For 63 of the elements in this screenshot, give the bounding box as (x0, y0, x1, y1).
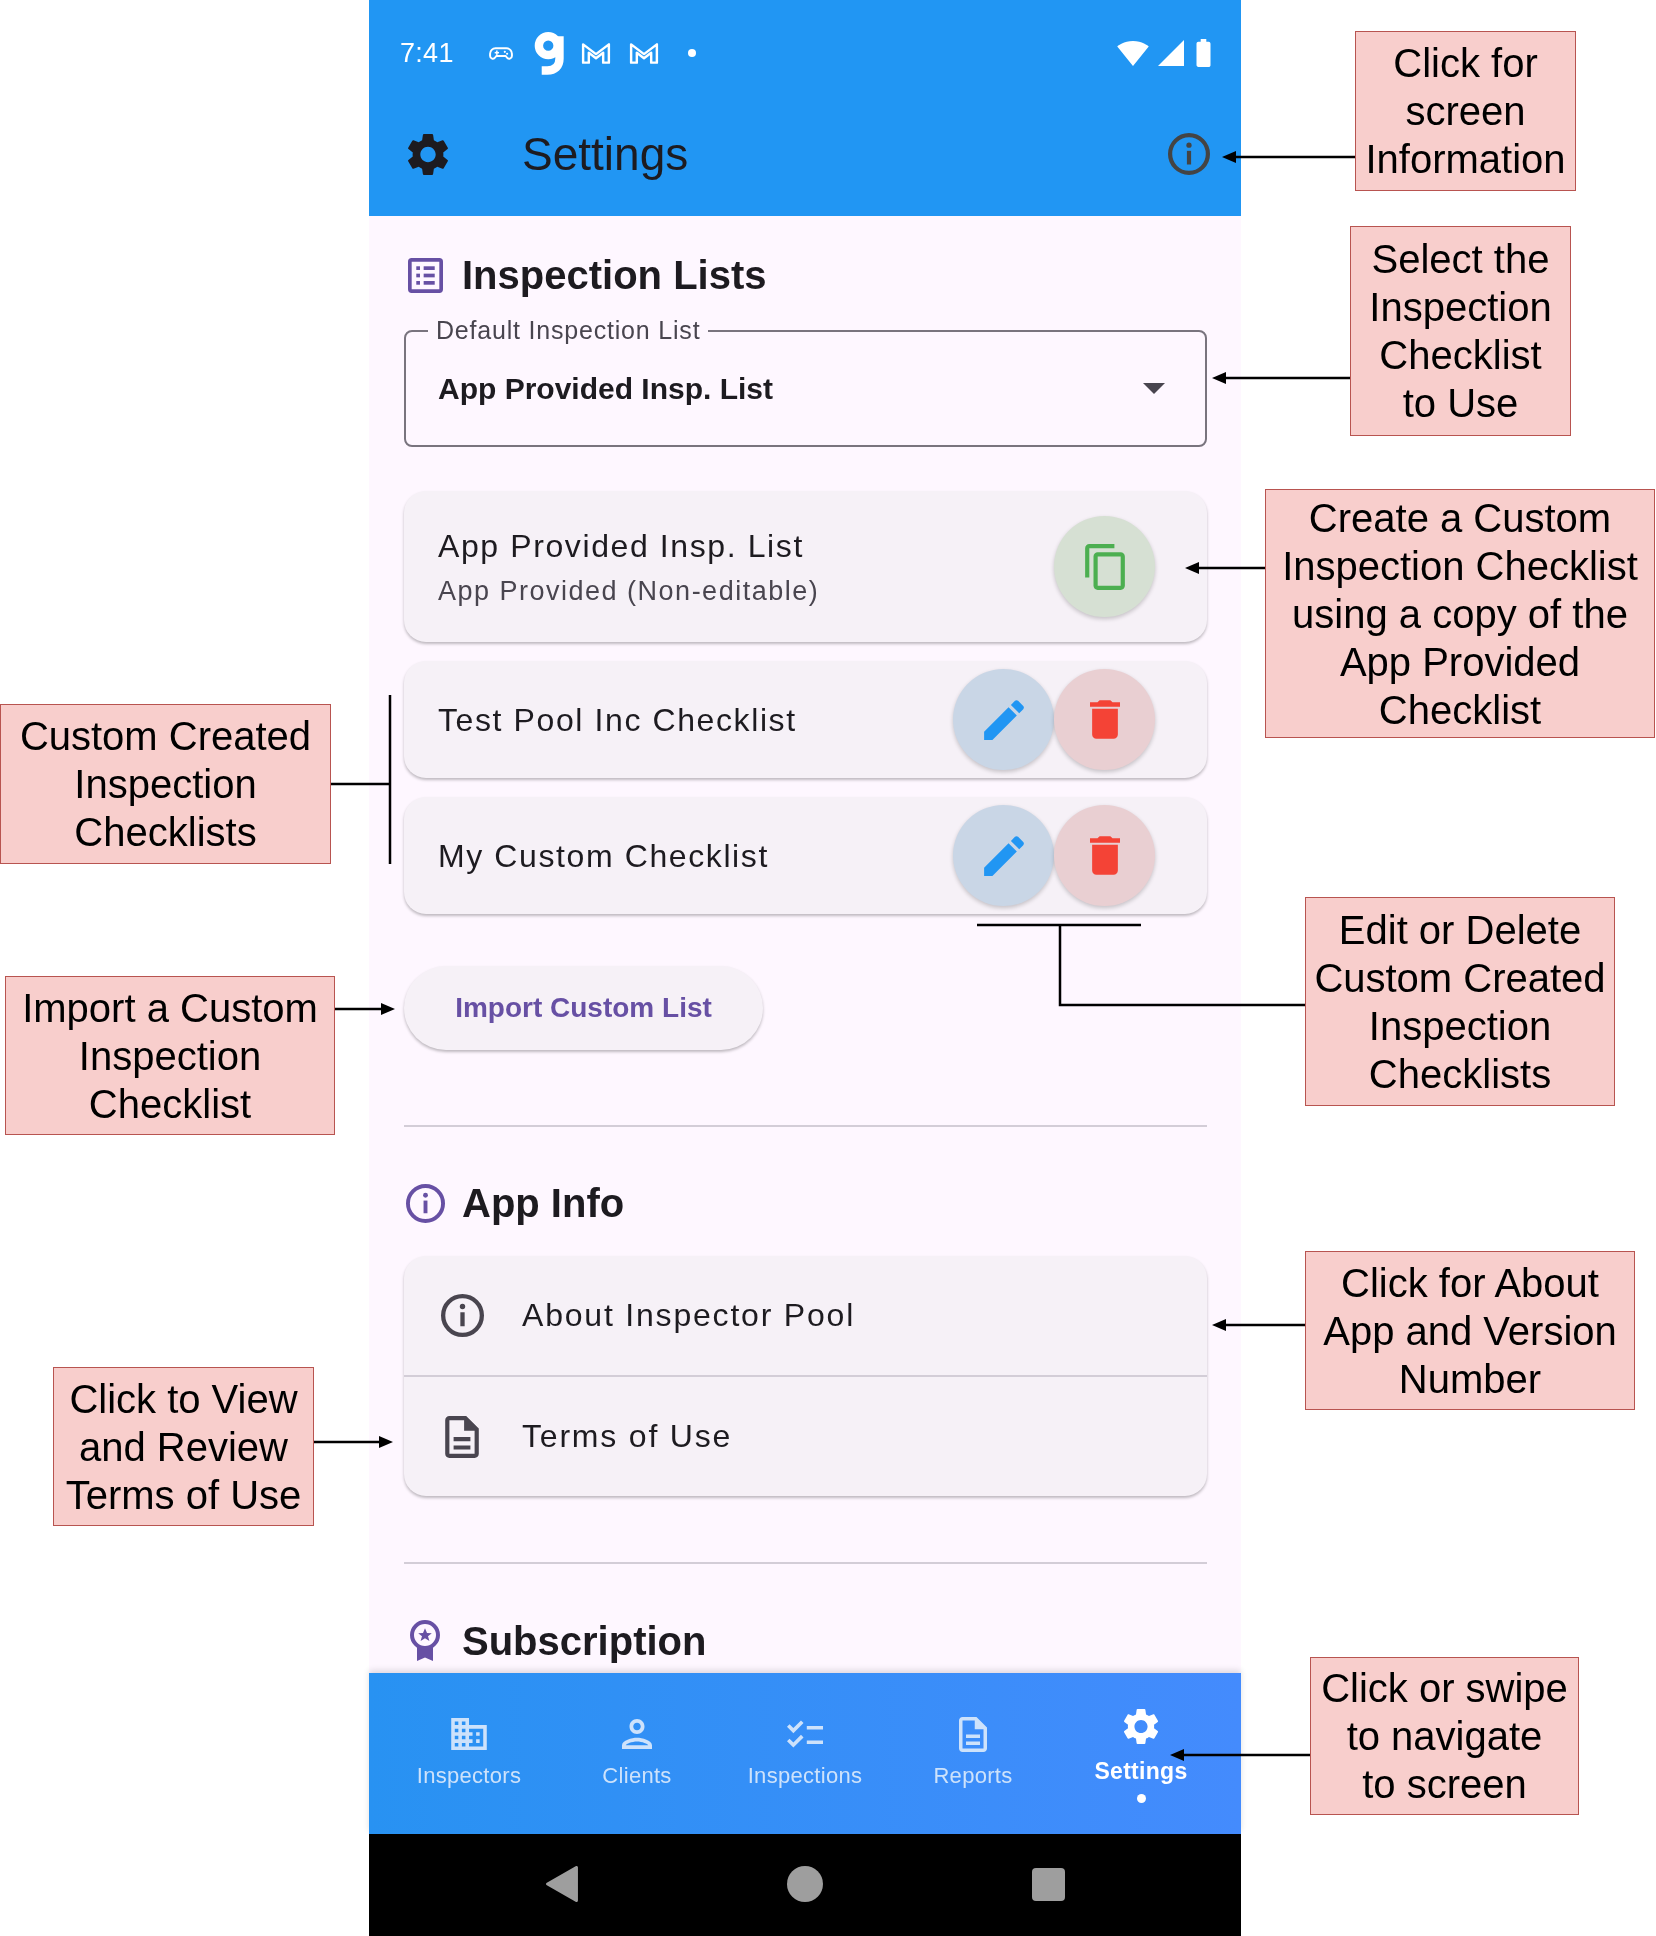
back-icon[interactable] (546, 1866, 578, 1902)
callout-note: Edit or Delete Custom Created Inspection Checklists (1305, 897, 1615, 1106)
section-title: App Info (462, 1180, 625, 1227)
app-logo-icon (532, 31, 565, 75)
checklist-icon (787, 1720, 823, 1748)
nav-tab[interactable]: Inspections (721, 1673, 889, 1834)
edit-button[interactable] (953, 669, 1054, 770)
mail-icon (580, 42, 611, 64)
callout-note: Click for About App and Version Number (1305, 1251, 1635, 1410)
mail-icon (628, 42, 659, 64)
menu-item[interactable]: Terms of Use (404, 1375, 1207, 1496)
info-icon (406, 1183, 445, 1223)
copy-button[interactable] (1054, 516, 1155, 617)
screen-title: Settings (522, 127, 689, 182)
pencil-icon (983, 699, 1024, 740)
info-icon[interactable] (1168, 133, 1210, 175)
callout-note: Click to View and Review Terms of Use (53, 1367, 314, 1526)
home-icon[interactable] (787, 1866, 823, 1902)
trash-icon (1089, 836, 1120, 875)
import-button[interactable]: Import Custom List (404, 966, 763, 1050)
nav-tab[interactable]: Settings (1057, 1673, 1225, 1834)
callout-note: Select the Inspection Checklist to Use (1350, 226, 1571, 436)
selected-value: App Provided Insp. List (438, 371, 774, 406)
battery-icon (1196, 39, 1211, 67)
checklist-subtitle: App Provided (Non-editable) (438, 574, 820, 608)
recents-icon[interactable] (1031, 1867, 1065, 1901)
checklist-name: My Custom Checklist (438, 836, 769, 876)
menu-item[interactable]: About Inspector Pool (404, 1256, 1207, 1375)
delete-button[interactable] (1054, 805, 1155, 906)
settings-icon (408, 133, 448, 175)
signal-icon (1158, 40, 1184, 66)
callout-note: Create a Custom Inspection Checklist using a copy of the App Provided Checklist (1265, 489, 1655, 738)
edit-button[interactable] (953, 805, 1054, 906)
checklist-name: Test Pool Inc Checklist (438, 700, 797, 740)
checklist-name: App Provided Insp. List (438, 526, 804, 566)
indicator-dot-icon (1136, 1794, 1146, 1803)
person-icon (622, 1719, 652, 1749)
callout-note: Click for screen Information (1355, 31, 1576, 191)
pencil-icon (983, 835, 1024, 876)
arrow (335, 1003, 395, 1015)
delete-button[interactable] (1054, 669, 1155, 770)
status-time: 7:41 (400, 37, 454, 69)
gamepad-icon (488, 45, 513, 61)
trash-icon (1089, 700, 1120, 739)
nav-tab[interactable]: Clients (553, 1673, 721, 1834)
copy-icon (1084, 543, 1125, 590)
callout-note: Import a Custom Inspection Checklist (5, 976, 335, 1135)
building-icon (451, 1718, 487, 1750)
callout-note: Click or swipe to navigate to screen (1310, 1657, 1579, 1815)
section-title: Subscription (462, 1618, 707, 1665)
section-title: Inspection Lists (462, 252, 767, 299)
settings-icon (1124, 1708, 1158, 1744)
document-icon (959, 1716, 987, 1752)
list-icon (408, 257, 443, 293)
caret-icon (1143, 383, 1165, 394)
award-icon (410, 1620, 440, 1662)
nav-tab[interactable]: Reports (889, 1673, 1057, 1834)
nav-tab[interactable]: Inspectors (385, 1673, 553, 1834)
callout-note: Custom Created Inspection Checklists (0, 704, 331, 864)
wifi-icon (1117, 40, 1149, 66)
info-icon (440, 1294, 484, 1337)
notification-dot-icon (687, 49, 696, 57)
document-icon (445, 1415, 479, 1458)
